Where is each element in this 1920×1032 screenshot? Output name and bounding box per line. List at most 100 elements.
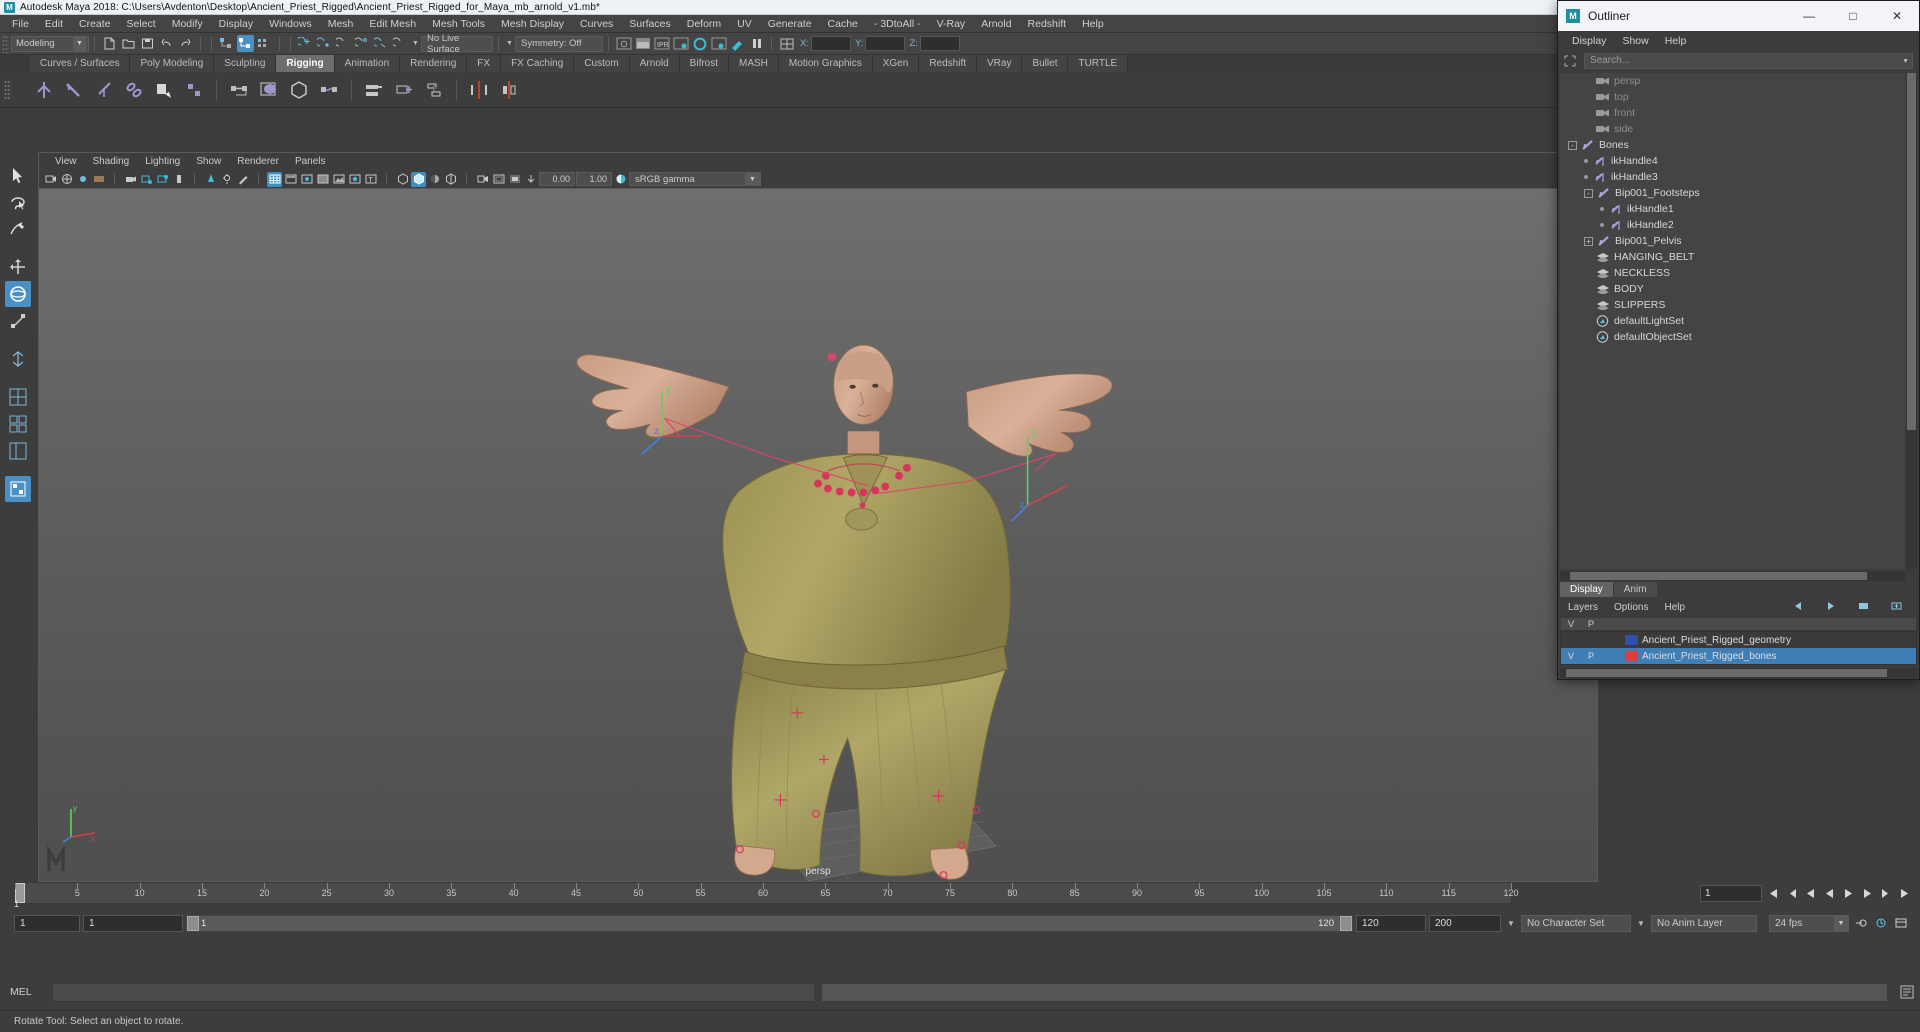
viewport-menu-shading[interactable]: Shading xyxy=(85,156,138,167)
shelf-tab-curves-surfaces[interactable]: Curves / Surfaces xyxy=(30,55,130,72)
outliner-item-hanging-belt[interactable]: HANGING_BELT xyxy=(1560,249,1905,265)
viewport-menu-show[interactable]: Show xyxy=(188,156,229,167)
step-forward-frame-icon[interactable] xyxy=(1859,885,1876,902)
create-ik-handle-icon[interactable] xyxy=(60,76,88,104)
color-management-icon[interactable] xyxy=(613,172,628,187)
shelf-tab-rigging[interactable]: Rigging xyxy=(276,55,334,72)
menu-3dtoall[interactable]: - 3DtoAll - xyxy=(866,15,929,33)
mirror-joint-icon[interactable] xyxy=(465,76,493,104)
character-set-field[interactable]: No Character Set xyxy=(1521,915,1631,932)
wireframe-on-shaded-icon[interactable] xyxy=(315,172,330,187)
layer-row[interactable]: Ancient_Priest_Rigged_geometry xyxy=(1561,632,1916,648)
axis-x-input[interactable] xyxy=(811,36,851,51)
outliner-item-bip001-footsteps[interactable]: -Bip001_Footsteps xyxy=(1560,185,1905,201)
range-start-field[interactable]: 1 xyxy=(14,915,80,932)
toggle-editors-icon[interactable] xyxy=(778,35,795,52)
range-end-handle[interactable] xyxy=(1340,916,1352,931)
chevron-down-icon[interactable]: ▼ xyxy=(1634,919,1648,928)
chevron-down-icon[interactable]: ▼ xyxy=(410,36,421,52)
layer-color-swatch[interactable] xyxy=(1625,635,1638,645)
step-forward-key-icon[interactable] xyxy=(1878,885,1895,902)
step-back-key-icon[interactable] xyxy=(1783,885,1800,902)
snap-to-view-plane-icon[interactable] xyxy=(373,35,390,52)
layer-row[interactable]: VPAncient_Priest_Rigged_bones xyxy=(1561,648,1916,664)
shelf-tab-rendering[interactable]: Rendering xyxy=(400,55,467,72)
two-d-pan-zoom-icon[interactable] xyxy=(139,172,154,187)
xray-joints-icon[interactable] xyxy=(395,172,410,187)
exposure-value[interactable]: 0.00 xyxy=(539,172,575,186)
go-to-start-icon[interactable] xyxy=(1764,885,1781,902)
auto-key-icon[interactable] xyxy=(1852,915,1869,932)
step-back-frame-icon[interactable] xyxy=(1802,885,1819,902)
anim-layer-field[interactable]: No Anim Layer xyxy=(1651,915,1757,932)
lighting-icon[interactable] xyxy=(347,172,362,187)
smooth-bind-icon[interactable] xyxy=(180,76,208,104)
bookmark-icon[interactable] xyxy=(75,172,90,187)
lasso-tool-button[interactable] xyxy=(5,189,31,215)
outliner-item-body[interactable]: BODY xyxy=(1560,281,1905,297)
smooth-shade-all-icon[interactable] xyxy=(283,172,298,187)
shelf-tab-fx[interactable]: FX xyxy=(467,55,501,72)
menu-mesh-tools[interactable]: Mesh Tools xyxy=(424,15,493,33)
collapse-icon[interactable]: - xyxy=(1584,189,1593,198)
shelf-tab-xgen[interactable]: XGen xyxy=(873,55,920,72)
outliner-item-neckless[interactable]: NECKLESS xyxy=(1560,265,1905,281)
layer-list[interactable]: Ancient_Priest_Rigged_geometryVPAncient_… xyxy=(1560,631,1917,665)
layer-tab-anim[interactable]: Anim xyxy=(1614,582,1657,597)
layer-menu-options[interactable]: Options xyxy=(1606,602,1656,613)
layer-visibility-toggle[interactable]: V xyxy=(1561,651,1581,661)
outliner-search-input[interactable]: Search... ▼ xyxy=(1584,53,1913,69)
command-input[interactable] xyxy=(52,983,815,1002)
four-view-layout-button[interactable] xyxy=(5,411,31,437)
save-scene-icon[interactable] xyxy=(139,35,156,52)
create-joint-icon[interactable] xyxy=(30,76,58,104)
collapse-icon[interactable]: - xyxy=(1568,141,1577,150)
render-current-frame-icon[interactable] xyxy=(615,35,632,52)
playback-speed-dropdown[interactable]: 24 fps ▼ xyxy=(1769,915,1849,932)
render-sequence-icon[interactable]: IPR xyxy=(653,35,670,52)
move-tool-button[interactable] xyxy=(5,254,31,280)
menu-generate[interactable]: Generate xyxy=(760,15,820,33)
shelf-tab-fx-caching[interactable]: FX Caching xyxy=(501,55,574,72)
outliner-menu-show[interactable]: Show xyxy=(1614,35,1656,47)
play-backwards-icon[interactable] xyxy=(1821,885,1838,902)
shelf-tab-redshift[interactable]: Redshift xyxy=(919,55,977,72)
select-by-component-icon[interactable] xyxy=(256,35,273,52)
symmetry-field[interactable]: Symmetry: Off xyxy=(515,36,603,52)
gamma-value[interactable]: 1.00 xyxy=(576,172,612,186)
snap-to-projected-center-icon[interactable] xyxy=(354,35,371,52)
exposure-icon[interactable] xyxy=(171,172,186,187)
wireframe-shading-icon[interactable] xyxy=(267,172,282,187)
parent-constraint-icon[interactable] xyxy=(225,76,253,104)
outliner-item-side[interactable]: side xyxy=(1560,121,1905,137)
layer-menu-layers[interactable]: Layers xyxy=(1560,602,1606,613)
snap-to-curve-icon[interactable] xyxy=(316,35,333,52)
outliner-item-ikhandle4[interactable]: ikHandle4 xyxy=(1560,153,1905,169)
viewport-menu-lighting[interactable]: Lighting xyxy=(137,156,188,167)
new-layer-icon[interactable] xyxy=(1850,601,1878,614)
shadows-icon[interactable] xyxy=(203,172,218,187)
outliner-item-front[interactable]: front xyxy=(1560,105,1905,121)
maximize-button[interactable]: □ xyxy=(1831,1,1875,31)
toolbar-grip[interactable] xyxy=(2,35,9,53)
playback-start-field[interactable]: 1 xyxy=(83,915,183,932)
viewport-menu-view[interactable]: View xyxy=(47,156,85,167)
script-editor-icon[interactable] xyxy=(1894,985,1920,999)
viewport-3d-canvas[interactable]: y z y z y x xyxy=(39,189,1597,881)
outliner-persp-layout-button[interactable] xyxy=(5,438,31,464)
paint-select-tool-button[interactable] xyxy=(5,216,31,242)
hypershade-icon[interactable] xyxy=(691,35,708,52)
outliner-item-bones[interactable]: -Bones xyxy=(1560,137,1905,153)
menu-mesh[interactable]: Mesh xyxy=(320,15,362,33)
shelf-tab-poly-modeling[interactable]: Poly Modeling xyxy=(130,55,214,72)
layer-tab-display[interactable]: Display xyxy=(1560,582,1613,597)
outliner-item-ikhandle1[interactable]: ikHandle1 xyxy=(1560,201,1905,217)
select-tool-button[interactable] xyxy=(5,162,31,188)
menu-windows[interactable]: Windows xyxy=(261,15,320,33)
outliner-item-bip001-pelvis[interactable]: +Bip001_Pelvis xyxy=(1560,233,1905,249)
snap-to-grid-icon[interactable] xyxy=(297,35,314,52)
range-slider[interactable]: 1 120 xyxy=(186,915,1353,932)
shelf-tab-animation[interactable]: Animation xyxy=(335,55,400,72)
rigging-misc-icon[interactable] xyxy=(420,76,448,104)
menu-v-ray[interactable]: V-Ray xyxy=(929,15,974,33)
